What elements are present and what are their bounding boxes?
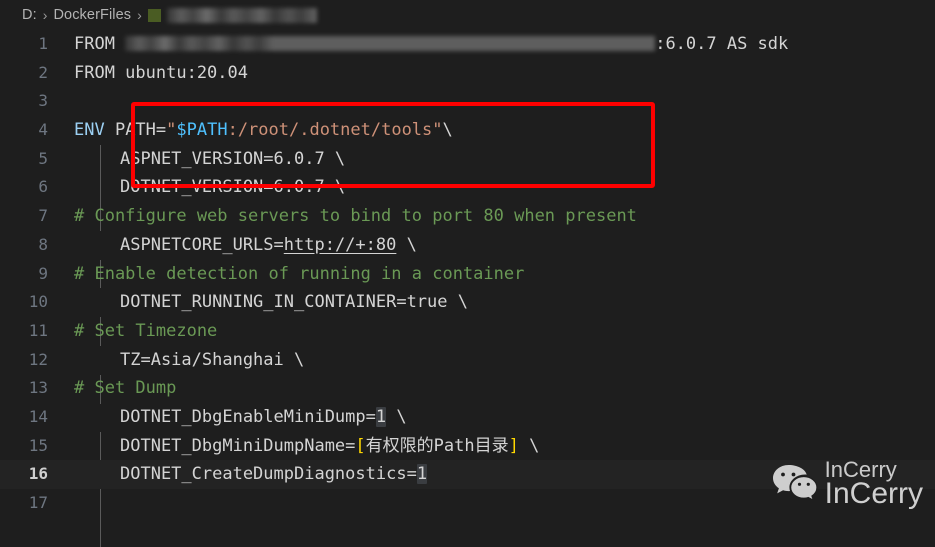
- line-content[interactable]: TZ=Asia/Shanghai \: [74, 346, 935, 375]
- code-line[interactable]: 15 DOTNET_DbgMiniDumpName=[有权限的Path目录] \: [0, 432, 935, 461]
- breadcrumb-separator-2: ›: [137, 7, 142, 23]
- line-content[interactable]: # Set Dump: [74, 374, 935, 403]
- token-bracket-close: ]: [508, 435, 519, 456]
- line-number: 8: [38, 234, 48, 254]
- line-number: 15: [28, 435, 48, 455]
- line-number-active: 16: [28, 464, 48, 484]
- watermark: InCerry InCerry: [772, 459, 923, 509]
- line-content[interactable]: ENV PATH="$PATH:/root/.dotnet/tools"\: [74, 116, 935, 145]
- code-line[interactable]: 5 ASPNET_VERSION=6.0.7 \: [0, 145, 935, 174]
- code-line[interactable]: 7 # Configure web servers to bind to por…: [0, 202, 935, 231]
- line-number: 17: [28, 493, 48, 512]
- line-number: 7: [38, 206, 48, 226]
- breadcrumb-separator-1: ›: [42, 7, 48, 23]
- line-content[interactable]: DOTNET_DbgMiniDumpName=[有权限的Path目录] \: [74, 432, 935, 461]
- token-urls-key: ASPNETCORE_URLS=: [120, 234, 284, 255]
- line-number: 14: [28, 406, 48, 426]
- breadcrumb-drive[interactable]: D:: [22, 7, 37, 23]
- breadcrumb-folder[interactable]: DockerFiles: [53, 7, 131, 23]
- line-number: 12: [28, 349, 48, 369]
- watermark-line-2: InCerry: [824, 477, 923, 510]
- code-line[interactable]: 2 FROM ubuntu:20.04: [0, 59, 935, 88]
- wechat-icon: [772, 465, 818, 502]
- line-content[interactable]: DOTNET_VERSION=6.0.7 \: [74, 173, 935, 202]
- code-line[interactable]: 12 TZ=Asia/Shanghai \: [0, 346, 935, 375]
- line-content[interactable]: # Set Timezone: [74, 317, 935, 346]
- line-content[interactable]: DOTNET_RUNNING_IN_CONTAINER=true \: [74, 288, 935, 317]
- token-path-string: :/root/.dotnet/tools": [227, 120, 443, 141]
- token-from: FROM: [74, 34, 115, 54]
- line-number: 13: [28, 378, 48, 398]
- line-number: 1: [38, 34, 48, 53]
- line-number: 6: [38, 177, 48, 197]
- line-number: 9: [38, 263, 48, 283]
- code-line[interactable]: 11 # Set Timezone: [0, 317, 935, 346]
- token-continuation: \: [386, 406, 407, 427]
- token-dbgminidumpname-value: 有权限的Path目录: [365, 435, 509, 456]
- token-createdumpdiagnostics-value: 1: [416, 464, 428, 485]
- token-quote-open: ": [166, 120, 177, 141]
- breadcrumb: D: › DockerFiles ›: [0, 0, 935, 30]
- code-line[interactable]: 13 # Set Dump: [0, 374, 935, 403]
- token-image-tag: :6.0.7 AS sdk: [655, 34, 789, 54]
- code-line[interactable]: 1 FROM :6.0.7 AS sdk: [0, 30, 935, 59]
- redacted-image-ref: [125, 36, 656, 51]
- line-number: 4: [38, 120, 48, 140]
- watermark-text: InCerry InCerry: [825, 459, 923, 509]
- code-line[interactable]: 9 # Enable detection of running in a con…: [0, 260, 935, 289]
- line-content[interactable]: FROM ubuntu:20.04: [74, 59, 935, 88]
- token-continuation: \: [396, 234, 417, 255]
- line-number: 2: [38, 62, 48, 82]
- line-content[interactable]: ASPNETCORE_URLS=http://+:80 \: [74, 231, 935, 260]
- token-continuation: \: [442, 120, 453, 141]
- code-line[interactable]: 14 DOTNET_DbgEnableMiniDump=1 \: [0, 403, 935, 432]
- line-number: 3: [38, 91, 48, 111]
- code-line[interactable]: 8 ASPNETCORE_URLS=http://+:80 \: [0, 231, 935, 260]
- token-dbgenableminidump-value: 1: [375, 406, 387, 427]
- token-url-link[interactable]: http://+:80: [284, 235, 397, 255]
- token-env-keyword: ENV: [74, 120, 105, 141]
- line-number: 5: [38, 148, 48, 168]
- line-content[interactable]: # Configure web servers to bind to port …: [74, 202, 935, 231]
- code-line[interactable]: 3: [0, 87, 935, 116]
- line-content[interactable]: # Enable detection of running in a conta…: [74, 260, 935, 289]
- token-continuation: \: [518, 435, 540, 456]
- breadcrumb-filename-redacted[interactable]: [166, 7, 317, 23]
- token-dbgminidumpname-key: DOTNET_DbgMiniDumpName=: [120, 435, 356, 456]
- line-content[interactable]: FROM :6.0.7 AS sdk: [74, 30, 935, 59]
- token-createdumpdiagnostics-key: DOTNET_CreateDumpDiagnostics=: [120, 464, 417, 485]
- line-content[interactable]: DOTNET_DbgEnableMiniDump=1 \: [74, 403, 935, 432]
- code-line[interactable]: 10 DOTNET_RUNNING_IN_CONTAINER=true \: [0, 288, 935, 317]
- line-content[interactable]: ASPNET_VERSION=6.0.7 \: [74, 145, 935, 174]
- code-line[interactable]: 4 ENV PATH="$PATH:/root/.dotnet/tools"\: [0, 116, 935, 145]
- code-line[interactable]: 6 DOTNET_VERSION=6.0.7 \: [0, 173, 935, 202]
- token-bracket-open: [: [355, 435, 366, 456]
- token-path-key: PATH=: [104, 120, 167, 141]
- code-editor[interactable]: 1 FROM :6.0.7 AS sdk 2 FROM ubuntu:20.04…: [0, 30, 935, 547]
- line-number: 11: [28, 320, 48, 340]
- line-number: 10: [28, 292, 48, 312]
- dockerfile-icon: [147, 8, 161, 22]
- token-path-variable: $PATH: [176, 120, 228, 141]
- token-dbgenableminidump-key: DOTNET_DbgEnableMiniDump=: [120, 406, 376, 427]
